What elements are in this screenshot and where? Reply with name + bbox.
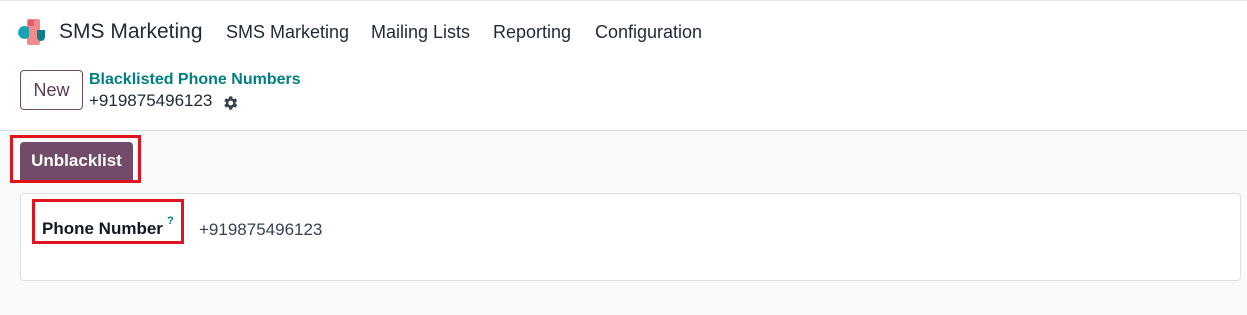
unblacklist-button[interactable]: Unblacklist <box>20 142 133 180</box>
new-button[interactable]: New <box>20 70 83 110</box>
phone-number-label: Phone Number <box>42 219 163 238</box>
menu-mailing-lists[interactable]: Mailing Lists <box>371 22 470 43</box>
app-title[interactable]: SMS Marketing <box>59 20 203 44</box>
menu-reporting[interactable]: Reporting <box>493 22 571 43</box>
sms-marketing-app-logo-icon[interactable] <box>18 18 48 46</box>
form-sheet: Phone Number ? +919875496123 <box>20 193 1241 281</box>
phone-number-field[interactable]: +919875496123 <box>199 220 322 240</box>
top-navbar: SMS Marketing SMS Marketing Mailing List… <box>0 0 1247 62</box>
help-tooltip-icon[interactable]: ? <box>167 215 174 227</box>
menu-configuration[interactable]: Configuration <box>595 22 702 43</box>
gear-icon[interactable] <box>221 94 239 112</box>
breadcrumb-current-record: +919875496123 <box>89 91 213 110</box>
menu-sms-marketing[interactable]: SMS Marketing <box>226 22 349 43</box>
breadcrumb-blacklisted-phone-numbers[interactable]: Blacklisted Phone Numbers <box>89 71 301 89</box>
control-panel: New Blacklisted Phone Numbers +919875496… <box>0 62 1247 131</box>
